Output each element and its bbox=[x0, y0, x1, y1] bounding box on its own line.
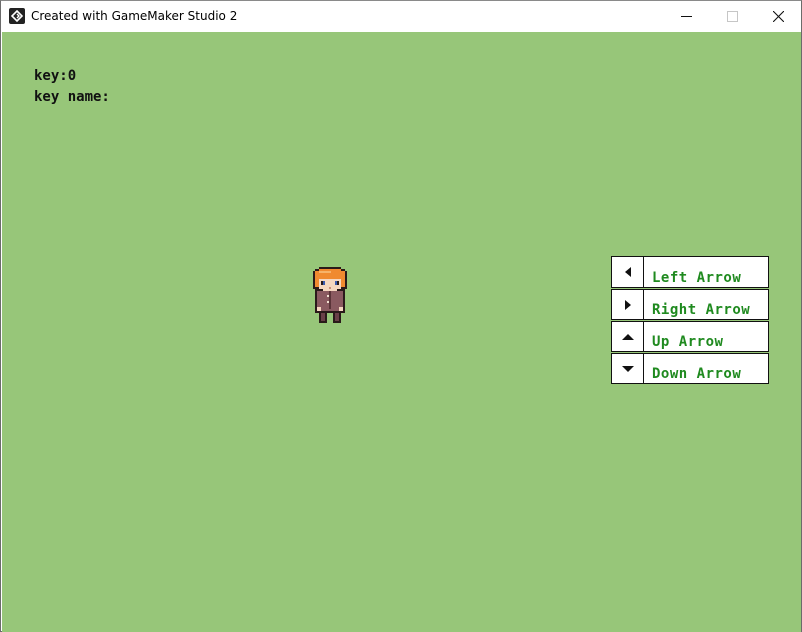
right-triangle-icon bbox=[612, 290, 644, 319]
app-window: Created with GameMaker Studio 2 key:0 ke… bbox=[0, 0, 802, 632]
down-triangle-icon bbox=[612, 354, 644, 383]
player-character-sprite bbox=[313, 267, 347, 323]
maximize-button[interactable] bbox=[709, 1, 755, 31]
key-code-text: key:0 bbox=[34, 68, 77, 84]
up-triangle-icon bbox=[612, 322, 644, 351]
title-bar[interactable]: Created with GameMaker Studio 2 bbox=[1, 1, 801, 31]
gamemaker-logo-icon bbox=[9, 8, 25, 24]
close-icon bbox=[772, 10, 784, 22]
game-canvas[interactable]: key:0 key name: Left Arrow Right Arrow U… bbox=[2, 32, 801, 632]
window-title: Created with GameMaker Studio 2 bbox=[31, 9, 238, 23]
window-controls bbox=[663, 1, 801, 31]
controls-legend: Left Arrow Right Arrow Up Arrow Down Arr… bbox=[611, 256, 769, 385]
legend-label-down: Down Arrow bbox=[652, 366, 742, 382]
legend-row-right: Right Arrow bbox=[611, 289, 769, 320]
key-name-text: key name: bbox=[34, 89, 110, 105]
legend-label-right: Right Arrow bbox=[652, 302, 751, 318]
legend-row-left: Left Arrow bbox=[611, 256, 769, 288]
legend-row-up: Up Arrow bbox=[611, 321, 769, 352]
legend-label-left: Left Arrow bbox=[652, 270, 742, 286]
minimize-icon bbox=[680, 15, 692, 17]
legend-row-down: Down Arrow bbox=[611, 353, 769, 384]
left-triangle-icon bbox=[612, 257, 644, 287]
minimize-button[interactable] bbox=[663, 1, 709, 31]
legend-label-up: Up Arrow bbox=[652, 334, 724, 350]
maximize-icon bbox=[726, 10, 738, 22]
key-readout: key:0 key name: bbox=[34, 66, 110, 108]
close-button[interactable] bbox=[755, 1, 801, 31]
